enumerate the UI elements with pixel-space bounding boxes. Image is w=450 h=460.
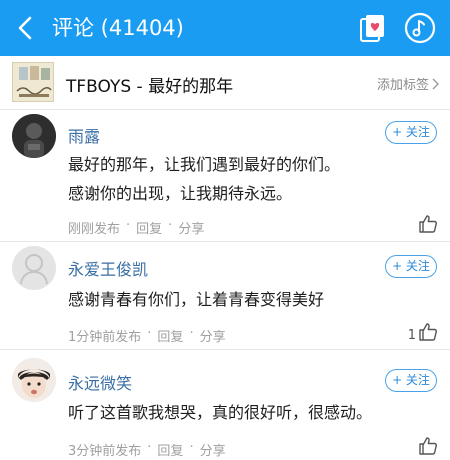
song-info-bar[interactable]: TFBOYS - 最好的那年 添加标签 (0, 56, 450, 110)
thumbs-up-icon (419, 323, 437, 341)
thumbs-up-icon (419, 437, 437, 455)
song-title: TFBOYS - 最好的那年 (66, 77, 234, 97)
follow-button[interactable]: + 关注 (385, 369, 437, 392)
thumbs-up-icon (419, 215, 437, 233)
reply-link[interactable]: 回复 (136, 218, 162, 237)
page-title: 评论 (41404) (52, 16, 184, 40)
like-button[interactable] (416, 436, 438, 456)
add-tag-label: 添加标签 (376, 78, 429, 93)
like-button[interactable]: 1 (408, 322, 438, 342)
meta-separator: · (189, 440, 194, 455)
meta-separator: · (168, 218, 173, 233)
share-link[interactable]: 分享 (200, 440, 226, 459)
top-bar: 评论 (41404) (0, 0, 450, 56)
comment-line: 最好的那年，让我们遇到最好的你们。 (68, 155, 341, 174)
meta-separator: · (189, 326, 194, 341)
reply-link[interactable]: 回复 (157, 440, 183, 459)
card-icon[interactable] (358, 13, 388, 43)
back-icon[interactable] (12, 14, 40, 42)
comment-item: 永爱王俊凯 + 关注 感谢青春有你们，让着青春变得美好 1分钟前发布 · 回复 … (0, 242, 450, 350)
chevron-right-icon (432, 78, 439, 89)
follow-button[interactable]: + 关注 (385, 121, 437, 144)
post-time: 1分钟前发布 (68, 330, 142, 345)
username[interactable]: 雨露 (68, 123, 100, 147)
share-link[interactable]: 分享 (200, 326, 226, 345)
like-button[interactable] (416, 214, 438, 234)
avatar[interactable] (12, 358, 56, 402)
comment-text: 最好的那年，让我们遇到最好的你们。 感谢你的出现，让我期待永远。 (68, 150, 340, 208)
post-time: 3分钟前发布 (68, 444, 142, 459)
username[interactable]: 永远微笑 (68, 370, 132, 394)
comment-line: 感谢青春有你们，让着青春变得美好 (68, 290, 325, 309)
comment-text: 听了这首歌我想哭，真的很好听，很感动。 (68, 398, 372, 427)
comment-text: 感谢青春有你们，让着青春变得美好 (68, 285, 324, 314)
add-tag-link[interactable]: 添加标签 (377, 74, 440, 93)
avatar[interactable] (12, 114, 56, 158)
comment-item: 雨露 + 关注 最好的那年，让我们遇到最好的你们。 感谢你的出现，让我期待永远。… (0, 110, 450, 242)
like-count: 1 (407, 328, 416, 343)
comment-meta: 3分钟前发布 · 回复 · 分享 (68, 440, 226, 459)
comment-line: 听了这首歌我想哭，真的很好听，很感动。 (68, 403, 373, 422)
meta-separator: · (126, 218, 131, 233)
avatar[interactable] (12, 246, 56, 290)
meta-separator: · (147, 326, 152, 341)
comment-line: 感谢你的出现，让我期待永远。 (68, 184, 293, 203)
share-link[interactable]: 分享 (178, 218, 204, 237)
comment-item: 永远微笑 + 关注 听了这首歌我想哭，真的很好听，很感动。 3分钟前发布 · 回… (0, 350, 450, 460)
follow-button[interactable]: + 关注 (385, 255, 437, 278)
post-time: 刚刚发布 (68, 222, 121, 237)
reply-link[interactable]: 回复 (157, 326, 183, 345)
meta-separator: · (147, 440, 152, 455)
album-cover (12, 62, 54, 102)
comment-meta: 1分钟前发布 · 回复 · 分享 (68, 326, 226, 345)
username[interactable]: 永爱王俊凯 (68, 256, 148, 280)
music-icon[interactable] (404, 12, 436, 44)
comment-meta: 刚刚发布 · 回复 · 分享 (68, 218, 204, 237)
